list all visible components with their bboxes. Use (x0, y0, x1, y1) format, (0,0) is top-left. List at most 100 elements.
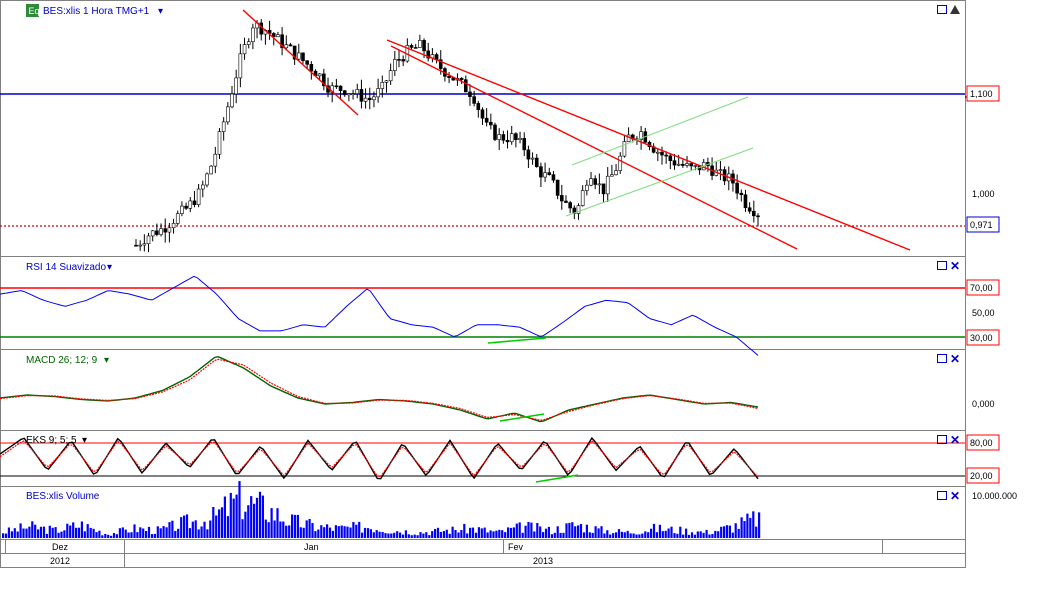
maximize-icon[interactable] (937, 5, 947, 14)
close-icon[interactable]: ✕ (950, 259, 960, 273)
volume-bar (326, 524, 329, 538)
pin-icon[interactable] (950, 5, 960, 14)
maximize-icon[interactable] (937, 491, 947, 500)
chevron-down-icon[interactable]: ▾ (107, 262, 112, 273)
candle-body (539, 166, 543, 178)
volume-bar (399, 532, 402, 538)
symbol-title[interactable]: BES:xlis 1 Hora TMG+1 (43, 6, 150, 17)
volume-bar (180, 517, 183, 538)
volume-bar (34, 524, 37, 538)
volume-bar (518, 522, 521, 538)
last-price-label: 0,971 (970, 220, 993, 230)
close-icon[interactable]: ✕ (950, 489, 960, 503)
volume-bar (582, 532, 586, 538)
volume-bar (255, 497, 259, 538)
volume-bar (124, 529, 127, 538)
maximize-icon[interactable] (937, 261, 947, 270)
volume-bar (244, 511, 247, 538)
volume-bar (480, 528, 483, 538)
candle-body (476, 103, 481, 111)
volume-bar (387, 533, 390, 538)
candle-body (589, 178, 593, 186)
volume-bar (749, 517, 752, 538)
volume-bar (39, 526, 43, 538)
volume-bar (372, 532, 375, 538)
volume-bar (655, 532, 658, 538)
volume-bar (585, 524, 588, 538)
volume-bar (101, 535, 104, 538)
volume-bar (547, 526, 550, 538)
volume-bar (305, 520, 308, 538)
stoch-title[interactable]: EKS 9; 5; 5 (26, 435, 77, 446)
trendline-lower[interactable] (390, 45, 798, 250)
macd-signal-series (0, 358, 759, 421)
volume-bar (539, 526, 542, 538)
chevron-down-icon[interactable]: ▾ (82, 435, 87, 446)
volume-bar (679, 526, 682, 538)
volume-bar (57, 532, 60, 538)
candle-body (276, 34, 280, 38)
candle-body (610, 174, 614, 177)
close-icon[interactable]: ✕ (950, 352, 960, 366)
volume-bar (577, 525, 580, 538)
chevron-down-icon[interactable]: ▾ (158, 6, 163, 17)
rsi-divergence-line[interactable] (487, 337, 547, 344)
volume-bar (317, 529, 320, 538)
trendline-short[interactable] (242, 9, 359, 116)
volume-bar (361, 532, 364, 538)
volume-bar (238, 481, 241, 538)
volume-bar (711, 534, 714, 538)
close-icon[interactable]: ✕ (950, 433, 960, 447)
volume-bar (270, 508, 273, 538)
volume-bar (54, 527, 57, 538)
volume-bar (632, 533, 635, 538)
volume-bar (229, 492, 232, 538)
candle-body (401, 59, 405, 62)
volume-bar (647, 532, 650, 538)
volume-bar (142, 528, 145, 538)
volume-bar (45, 533, 48, 538)
volume-bar (63, 530, 66, 538)
candle-body (601, 183, 606, 195)
rsi-title[interactable]: RSI 14 Suavizado (26, 262, 106, 273)
volume-bar (183, 515, 186, 538)
trendline-upper[interactable] (386, 39, 911, 251)
volume-title[interactable]: BES:xlis Volume (26, 491, 100, 502)
channel-line-upper[interactable] (571, 96, 749, 166)
volume-bar (521, 532, 524, 538)
volume-panel[interactable]: BES:xlis Volume ✕ 10.000.000 (2, 481, 1017, 538)
price-panel[interactable]: Eq BES:xlis 1 Hora TMG+1 ▾ 1,100 1,000 0… (0, 4, 1000, 253)
volume-bar (121, 527, 124, 538)
volume-bar (416, 535, 419, 538)
volume-bar (296, 514, 299, 538)
candle-body (489, 121, 493, 126)
volume-bar (568, 522, 571, 538)
candle-body (397, 59, 401, 61)
volume-bar (457, 532, 460, 538)
candle-body (526, 149, 531, 160)
candle-body (593, 178, 597, 185)
volume-bar (720, 526, 723, 538)
candle-body (522, 137, 527, 151)
volume-bar (223, 496, 226, 538)
volume-bar (542, 532, 545, 538)
volume-bar (110, 535, 113, 538)
candle-body (171, 223, 176, 229)
candle-body (301, 52, 305, 62)
volume-bar (48, 525, 51, 538)
candle-body (672, 160, 677, 166)
maximize-icon[interactable] (937, 435, 947, 444)
candle-body (226, 106, 230, 123)
volume-bar (250, 496, 253, 538)
stochastic-panel[interactable]: EKS 9; 5; 5 ▾ ✕ 80,00 20,00 (0, 433, 1000, 484)
maximize-icon[interactable] (937, 354, 947, 363)
candle-body (251, 27, 255, 43)
chevron-down-icon[interactable]: ▾ (104, 355, 109, 366)
volume-bar (556, 526, 559, 538)
macd-title[interactable]: MACD 26; 12; 9 (26, 355, 98, 366)
rsi-panel[interactable]: RSI 14 Suavizado ▾ ✕ 70,00 50,00 30,00 (0, 259, 1000, 356)
macd-panel[interactable]: MACD 26; 12; 9 ▾ ✕ 0,000 (0, 352, 995, 423)
volume-bar (544, 528, 548, 538)
candle-body (739, 192, 744, 195)
volume-bar (495, 530, 498, 538)
